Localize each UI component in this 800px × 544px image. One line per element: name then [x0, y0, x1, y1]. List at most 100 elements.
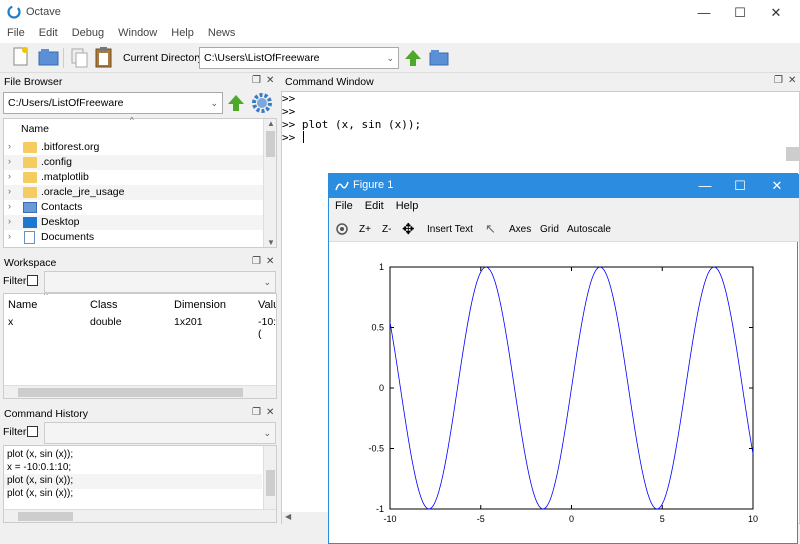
history-hscroll[interactable] [4, 509, 276, 522]
up-directory-icon[interactable] [404, 49, 422, 67]
expand-icon[interactable]: › [8, 201, 11, 211]
undock-icon[interactable]: ❐ [252, 256, 261, 267]
workspace-hscroll[interactable] [4, 385, 276, 398]
minimize-icon[interactable]: — [687, 174, 723, 198]
y-tick-label: -0.5 [368, 444, 384, 454]
command-window-header: Command Window ❐ ✕ [281, 74, 800, 90]
history-text: x = -10:0.1:10; [7, 462, 72, 473]
plot-area[interactable]: -10 -5 0 5 10 1 0.5 0 -0.5 -1 [329, 243, 797, 543]
open-folder-icon[interactable] [38, 47, 60, 67]
title-bar: Octave — ☐ ✕ [0, 0, 800, 25]
window-title: Octave [26, 6, 61, 18]
minimize-icon[interactable]: — [686, 0, 722, 25]
file-row[interactable]: › .oracle_jre_usage [4, 185, 264, 200]
history-text: plot (x, sin (x)); [7, 475, 74, 486]
history-text: plot (x, sin (x)); [7, 449, 74, 460]
scroll-thumb[interactable] [266, 131, 275, 157]
select-pointer-icon[interactable]: ↖ [485, 221, 496, 237]
close-pane-icon[interactable]: ✕ [266, 407, 274, 418]
y-tick-label: 0.5 [371, 323, 384, 333]
scroll-thumb[interactable] [18, 512, 73, 521]
close-pane-icon[interactable]: ✕ [788, 75, 796, 86]
undock-icon[interactable]: ❐ [252, 407, 261, 418]
scroll-up-icon[interactable]: ▲ [267, 119, 275, 128]
maximize-icon[interactable]: ☐ [722, 174, 758, 198]
file-row[interactable]: › Desktop [4, 215, 264, 230]
history-filter-checkbox[interactable] [27, 426, 38, 437]
file-browser-scrollbar[interactable]: ▲ ▼ [263, 119, 276, 247]
file-row[interactable]: › .config [4, 155, 264, 170]
workspace-col-dimension[interactable]: Dimension [174, 299, 226, 311]
figure-menu-file[interactable]: File [329, 198, 359, 212]
zoom-in-button[interactable]: Z+ [359, 224, 371, 235]
figure-menu-help[interactable]: Help [390, 198, 425, 212]
workspace-col-class[interactable]: Class [90, 299, 118, 311]
menu-window[interactable]: Window [111, 25, 164, 39]
folder-icon [23, 157, 37, 168]
expand-icon[interactable]: › [8, 231, 11, 241]
axes-button[interactable]: Axes [509, 224, 531, 235]
current-directory-combo[interactable]: C:\Users\ListOfFreeware ⌄ [199, 47, 399, 69]
file-row[interactable]: › Documents [4, 230, 264, 245]
close-icon[interactable]: ✕ [759, 174, 795, 198]
file-column-header[interactable]: Name [21, 123, 49, 135]
scroll-thumb[interactable] [266, 470, 275, 496]
file-browser-title: File Browser [4, 76, 63, 88]
menu-news[interactable]: News [201, 25, 243, 39]
undock-icon[interactable]: ❐ [774, 75, 783, 86]
folder-icon [23, 172, 37, 183]
console-hscroll[interactable]: ◀ [282, 512, 328, 524]
workspace-filter-combo[interactable]: ⌄ [44, 271, 276, 293]
workspace-col-value[interactable]: Valu [258, 299, 276, 311]
file-row[interactable]: › .matplotlib [4, 170, 264, 185]
file-row[interactable]: › .bitforest.org [4, 140, 264, 155]
octave-logo-icon [7, 5, 21, 19]
menu-file[interactable]: File [0, 25, 32, 39]
close-icon[interactable]: ✕ [758, 0, 794, 25]
console-scroll-thumb[interactable] [786, 147, 799, 161]
history-vscroll[interactable] [263, 446, 276, 509]
chevron-down-icon: ⌄ [263, 428, 271, 438]
paste-icon[interactable] [94, 46, 114, 68]
up-directory-icon[interactable] [227, 94, 245, 112]
expand-icon[interactable]: › [8, 141, 11, 151]
scroll-down-icon[interactable]: ▼ [267, 238, 275, 247]
menu-edit[interactable]: Edit [32, 25, 65, 39]
folder-icon [23, 187, 37, 198]
close-pane-icon[interactable]: ✕ [266, 256, 274, 267]
current-directory-value: C:\Users\ListOfFreeware [204, 52, 320, 64]
grid-button[interactable]: Grid [540, 224, 559, 235]
settings-gear-icon[interactable] [251, 92, 273, 114]
pan-icon[interactable]: ✥ [402, 220, 415, 238]
close-pane-icon[interactable]: ✕ [266, 75, 274, 86]
workspace-col-name[interactable]: Name [8, 299, 37, 311]
scroll-thumb[interactable] [18, 388, 243, 397]
x-tick-label: 0 [569, 514, 574, 524]
figure-toolbar: Z+ Z- ✥ Insert Text ↖ Axes Grid Autoscal… [329, 216, 799, 242]
file-browser-path-combo[interactable]: C:/Users/ListOfFreeware ⌄ [3, 92, 223, 114]
command-history-title: Command History [4, 408, 89, 420]
new-script-icon[interactable] [12, 46, 30, 68]
menu-help[interactable]: Help [164, 25, 201, 39]
file-row[interactable]: › Contacts [4, 200, 264, 215]
copy-icon[interactable] [70, 47, 90, 69]
list-item[interactable]: plot (x, sin (x)); [4, 487, 262, 502]
menu-debug[interactable]: Debug [65, 25, 111, 39]
expand-icon[interactable]: › [8, 216, 11, 226]
scroll-left-icon[interactable]: ◀ [285, 512, 291, 521]
zoom-out-button[interactable]: Z- [382, 224, 391, 235]
figure-menu-edit[interactable]: Edit [359, 198, 390, 212]
browse-folder-icon[interactable] [429, 49, 449, 67]
var-dimension: 1x201 [174, 316, 203, 328]
expand-icon[interactable]: › [8, 186, 11, 196]
workspace-filter-checkbox[interactable] [27, 275, 38, 286]
undock-icon[interactable]: ❐ [252, 75, 261, 86]
insert-text-button[interactable]: Insert Text [427, 224, 473, 235]
rotate-icon[interactable] [335, 222, 349, 236]
autoscale-button[interactable]: Autoscale [567, 224, 611, 235]
maximize-icon[interactable]: ☐ [722, 0, 758, 25]
expand-icon[interactable]: › [8, 156, 11, 166]
history-filter-combo[interactable]: ⌄ [44, 422, 276, 444]
table-row[interactable]: x double 1x201 -10:( [4, 315, 276, 340]
expand-icon[interactable]: › [8, 171, 11, 181]
